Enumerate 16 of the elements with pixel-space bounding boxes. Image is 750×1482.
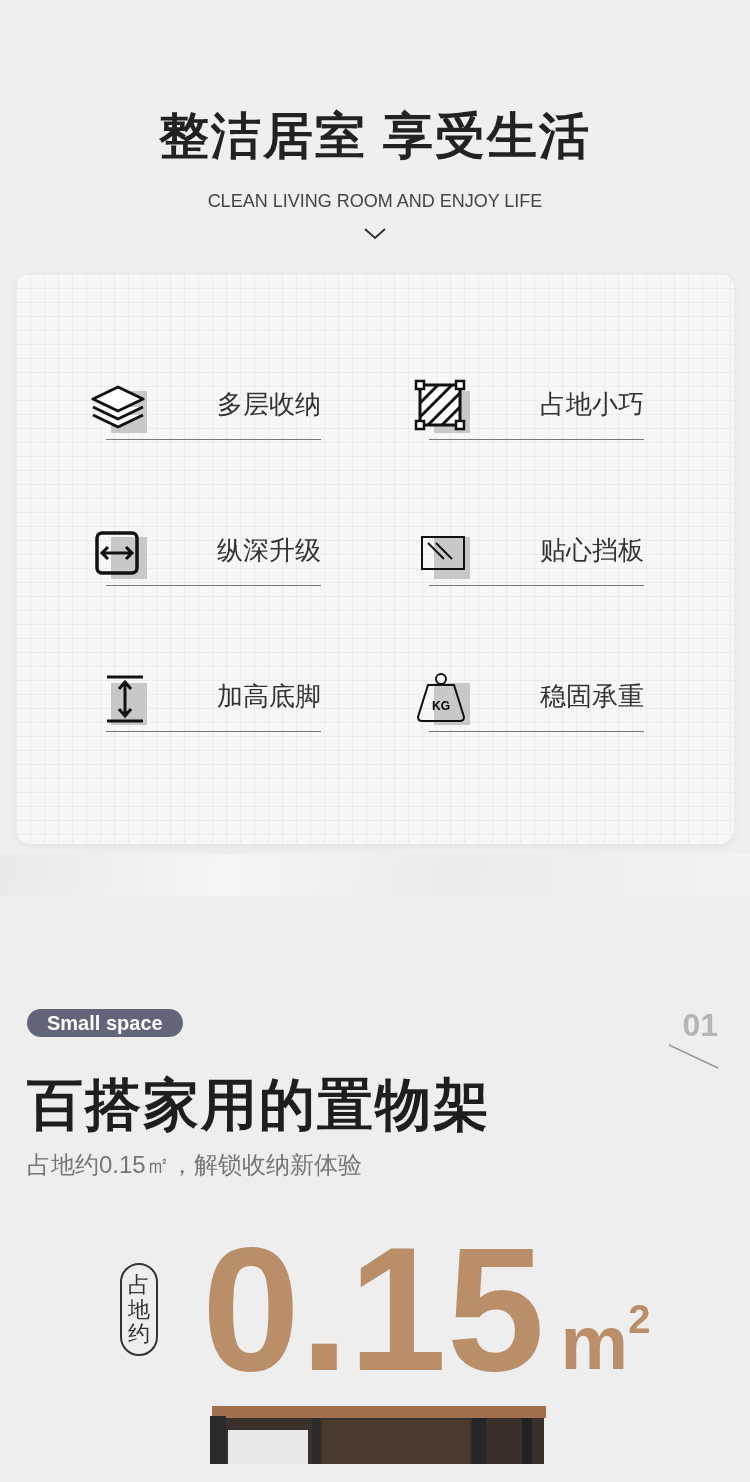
page-subtitle: CLEAN LIVING ROOM AND ENJOY LIFE <box>207 190 543 212</box>
feature-label: 贴心挡板 <box>540 534 644 567</box>
feature-label: 加高底脚 <box>217 680 321 713</box>
chevron-down-icon <box>364 228 386 240</box>
feature-label: 占地小巧 <box>540 388 644 421</box>
section-subtitle: 占地约0.15㎡，解锁收纳新体验 <box>27 1150 362 1180</box>
strike-line <box>668 1044 720 1070</box>
section-title: 百搭家用的置物架 <box>27 1072 491 1138</box>
area-value: 0.15 <box>202 1234 545 1384</box>
section-number: 01 <box>682 1008 718 1042</box>
section-tag: Small space <box>27 1009 183 1037</box>
page-title: 整洁居室 享受生活 <box>159 107 591 166</box>
area-label: 占地约 <box>120 1263 158 1356</box>
feature-label: 稳固承重 <box>540 680 644 713</box>
feature-label: 纵深升级 <box>217 534 321 567</box>
feature-label: 多层收纳 <box>217 388 321 421</box>
